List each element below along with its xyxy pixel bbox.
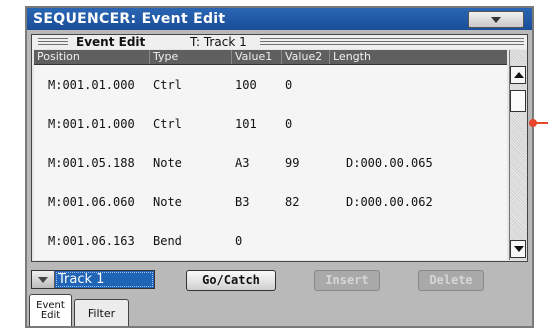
- event-value2: 0: [285, 78, 293, 92]
- event-row[interactable]: M:001.01.000 Ctrl 101 0: [34, 104, 507, 143]
- panel-title: Event Edit: [76, 35, 146, 49]
- title-stripes-left: [38, 38, 68, 47]
- column-header-length: Length: [333, 50, 371, 63]
- panel-track-label: T: Track 1: [190, 35, 247, 49]
- arrow-up-icon: [514, 72, 524, 78]
- track-select[interactable]: Track 1: [31, 270, 155, 289]
- event-list[interactable]: M:001.01.000 Ctrl 100 0 M:001.01.000 Ctr…: [34, 65, 507, 260]
- event-value2: 82: [285, 195, 300, 209]
- event-position: M:001.05.188: [48, 156, 135, 170]
- event-type: Bend: [153, 234, 182, 248]
- go-catch-button[interactable]: Go/Catch: [186, 270, 276, 291]
- event-position: M:001.06.060: [48, 195, 135, 209]
- event-value1: B3: [235, 195, 250, 209]
- event-row[interactable]: M:001.06.163 Bend 0: [34, 221, 507, 260]
- callout-pointer-line: [536, 122, 548, 124]
- window-title: SEQUENCER: Event Edit: [33, 11, 226, 27]
- event-type: Ctrl: [153, 117, 182, 131]
- column-header-value1: Value1: [232, 50, 282, 64]
- event-type: Note: [153, 156, 182, 170]
- column-header-type: Type: [150, 50, 232, 64]
- delete-button[interactable]: Delete: [418, 270, 484, 291]
- title-stripes-right: [260, 38, 524, 47]
- insert-button[interactable]: Insert: [314, 270, 380, 291]
- track-select-value[interactable]: Track 1: [55, 271, 154, 288]
- arrow-down-icon: [514, 246, 524, 252]
- tab-filter-label: Filter: [87, 307, 116, 320]
- event-row[interactable]: M:001.06.060 Note B3 82 D:000.00.062: [34, 182, 507, 221]
- title-bar: SEQUENCER: Event Edit: [27, 8, 532, 30]
- column-header-value2: Value2: [282, 50, 330, 64]
- event-length: D:000.00.065: [346, 156, 433, 170]
- track-dropdown-button[interactable]: [32, 271, 55, 288]
- event-position: M:001.01.000: [48, 117, 135, 131]
- event-value1: 0: [235, 234, 243, 248]
- event-row[interactable]: M:001.05.188 Note A3 99 D:000.00.065: [34, 143, 507, 182]
- event-value1: A3: [235, 156, 250, 170]
- panel-title-bar: Event Edit T: Track 1: [32, 35, 527, 49]
- event-value2: 0: [285, 117, 293, 131]
- chevron-down-icon: [38, 277, 48, 283]
- column-header-position: Position: [34, 50, 150, 64]
- event-value2: 99: [285, 156, 300, 170]
- tab-filter[interactable]: Filter: [74, 299, 129, 326]
- event-value1: 101: [235, 117, 257, 131]
- event-type: Ctrl: [153, 78, 182, 92]
- tab-event-edit-line2: Edit: [40, 310, 61, 321]
- event-position: M:001.06.163: [48, 234, 135, 248]
- chevron-down-icon: [491, 17, 501, 23]
- event-list-header: Position Type Value1 Value2 Length: [34, 50, 507, 65]
- tab-event-edit[interactable]: Event Edit: [29, 294, 72, 326]
- event-list-scrollbar[interactable]: [509, 50, 527, 260]
- event-edit-panel: Event Edit T: Track 1 Position Type Valu…: [31, 34, 528, 262]
- scrollbar-thumb[interactable]: [510, 90, 526, 112]
- event-length: D:000.00.062: [346, 195, 433, 209]
- event-type: Note: [153, 195, 182, 209]
- event-position: M:001.01.000: [48, 78, 135, 92]
- scroll-down-button[interactable]: [510, 240, 526, 258]
- page-menu-button[interactable]: [468, 11, 524, 28]
- sequencer-screen: SEQUENCER: Event Edit Event Edit T: Trac…: [25, 6, 534, 328]
- scroll-up-button[interactable]: [510, 66, 526, 84]
- event-value1: 100: [235, 78, 257, 92]
- event-row[interactable]: M:001.01.000 Ctrl 100 0: [34, 65, 507, 104]
